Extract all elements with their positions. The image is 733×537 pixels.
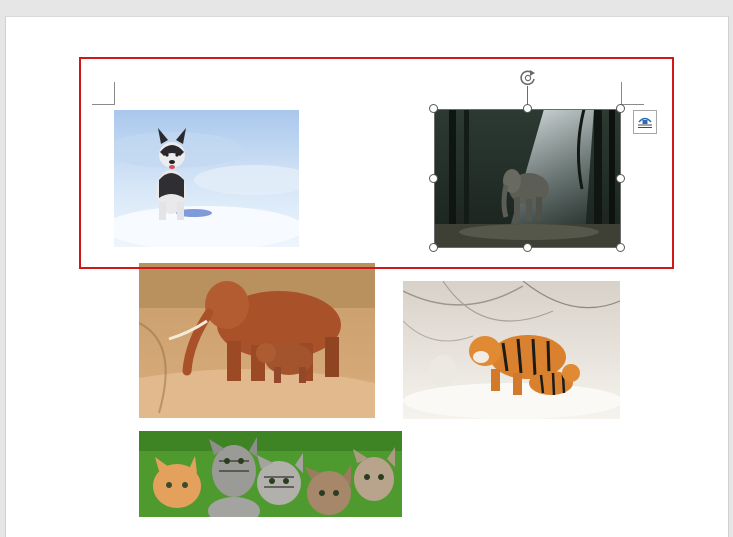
image-elephants-on-road[interactable] <box>139 263 375 418</box>
image-kittens-on-grass[interactable] <box>139 431 402 517</box>
image-tigers-in-snow[interactable] <box>403 281 620 419</box>
annotation-highlight-box <box>79 57 674 269</box>
